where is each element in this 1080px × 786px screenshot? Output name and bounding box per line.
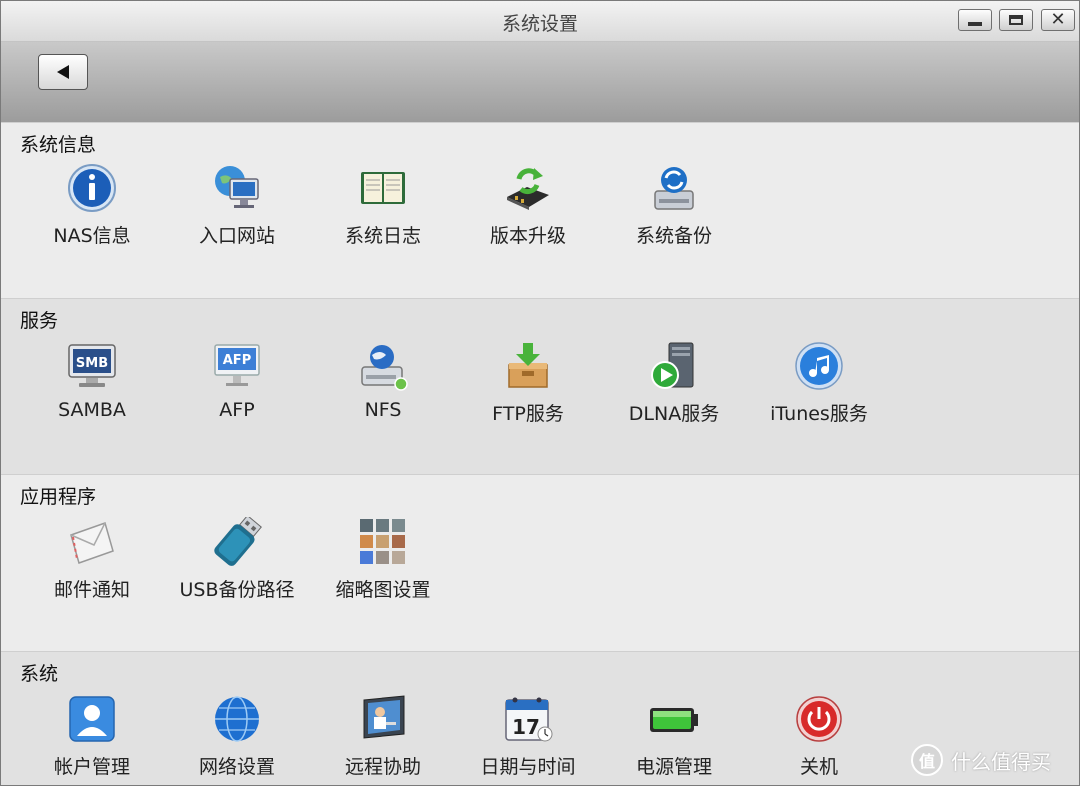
- item-label: 缩略图设置: [335, 579, 431, 601]
- thumbnail-grid-icon: [360, 519, 405, 564]
- close-icon: ✕: [1050, 9, 1066, 30]
- item-network-settings[interactable]: 网络设置: [164, 658, 310, 778]
- title-bar: 系统设置 ✕: [1, 1, 1079, 42]
- window-title: 系统设置: [501, 13, 578, 35]
- item-label: NFS: [364, 399, 402, 421]
- svg-text:SMB: SMB: [76, 356, 108, 371]
- firmware-upgrade-icon: [507, 168, 549, 210]
- watermark-logo-icon: 值: [911, 744, 943, 776]
- item-label: 电源管理: [635, 756, 712, 778]
- item-label: SAMBA: [58, 399, 126, 421]
- item-samba[interactable]: SMB SAMBA: [19, 305, 165, 425]
- item-label: 帐户管理: [53, 756, 130, 778]
- svg-text:17: 17: [512, 715, 540, 739]
- item-label: 入口网站: [198, 225, 275, 247]
- item-label: USB备份路径: [179, 579, 295, 601]
- maximize-button[interactable]: [999, 9, 1033, 31]
- ftp-icon: [508, 343, 548, 388]
- samba-icon: SMB: [68, 344, 116, 387]
- item-remote-assistance[interactable]: 远程协助: [310, 658, 456, 778]
- item-system-log[interactable]: 系统日志: [310, 127, 456, 247]
- item-usb-backup-path[interactable]: USB备份路径: [164, 481, 310, 601]
- back-button[interactable]: [38, 54, 88, 90]
- close-button[interactable]: ✕: [1041, 9, 1075, 31]
- item-label: 关机: [799, 756, 838, 778]
- item-label: AFP: [219, 399, 255, 421]
- item-label: 远程协助: [344, 756, 421, 778]
- item-shutdown[interactable]: 关机: [746, 658, 892, 778]
- item-label: 系统日志: [344, 225, 421, 247]
- system-settings-window: 系统设置 ✕ 系统信息 NAS信息 入口网站 系统日志 版本升级 系统备份 服务…: [0, 0, 1080, 786]
- item-afp[interactable]: AFP AFP: [164, 305, 310, 425]
- battery-icon: [650, 708, 698, 732]
- toolbar: [1, 42, 1079, 123]
- system-backup-icon: [654, 167, 694, 210]
- section-services: 服务 SMB SAMBA AFP AFP NFS FTP服务 DLNA服务 iT…: [1, 298, 1079, 474]
- item-label: FTP服务: [492, 403, 564, 425]
- svg-text:AFP: AFP: [223, 353, 251, 368]
- watermark: 值 什么值得买: [911, 743, 1051, 777]
- item-itunes[interactable]: iTunes服务: [746, 305, 892, 425]
- item-label: 网络设置: [198, 756, 275, 778]
- minimize-button[interactable]: [958, 9, 992, 31]
- item-label: 日期与时间: [480, 756, 576, 778]
- watermark-text: 什么值得买: [951, 749, 1051, 774]
- section-applications: 应用程序 邮件通知 USB备份路径 缩略图设置: [1, 474, 1079, 651]
- item-mail-notification[interactable]: 邮件通知: [19, 481, 165, 601]
- item-web-portal[interactable]: 入口网站: [164, 127, 310, 247]
- item-system-backup[interactable]: 系统备份: [601, 127, 747, 247]
- item-label: DLNA服务: [628, 403, 720, 425]
- usb-icon: [214, 517, 262, 566]
- account-icon: [69, 696, 115, 742]
- item-label: 邮件通知: [53, 579, 130, 601]
- item-account-management[interactable]: 帐户管理: [19, 658, 165, 778]
- itunes-icon: [795, 342, 843, 390]
- item-label: iTunes服务: [770, 403, 868, 425]
- remote-assist-icon: [363, 695, 405, 739]
- item-nas-info[interactable]: NAS信息: [19, 127, 165, 247]
- dlna-icon: [651, 342, 694, 389]
- item-nfs[interactable]: NFS: [310, 305, 456, 425]
- nfs-icon: [361, 345, 408, 391]
- maximize-icon: [1009, 15, 1023, 25]
- item-label: 版本升级: [489, 225, 566, 247]
- section-system-info: 系统信息 NAS信息 入口网站 系统日志 版本升级 系统备份: [1, 122, 1079, 298]
- item-ftp[interactable]: FTP服务: [455, 305, 601, 425]
- log-book-icon: [361, 172, 405, 204]
- item-label: 系统备份: [635, 225, 712, 247]
- item-date-time[interactable]: 17 日期与时间: [455, 658, 601, 778]
- afp-icon: AFP: [214, 344, 260, 386]
- item-firmware-upgrade[interactable]: 版本升级: [455, 127, 601, 247]
- mail-icon: [70, 522, 114, 564]
- globe-icon: [215, 696, 259, 742]
- info-icon: [68, 164, 116, 212]
- item-thumbnail-settings[interactable]: 缩略图设置: [310, 481, 456, 601]
- item-power-management[interactable]: 电源管理: [601, 658, 747, 778]
- calendar-icon: 17: [505, 697, 553, 742]
- web-portal-icon: [215, 166, 259, 208]
- item-label: NAS信息: [53, 225, 131, 247]
- power-icon: [796, 696, 842, 742]
- minimize-icon: [968, 22, 982, 26]
- back-arrow-icon: [57, 65, 69, 79]
- item-dlna[interactable]: DLNA服务: [601, 305, 747, 425]
